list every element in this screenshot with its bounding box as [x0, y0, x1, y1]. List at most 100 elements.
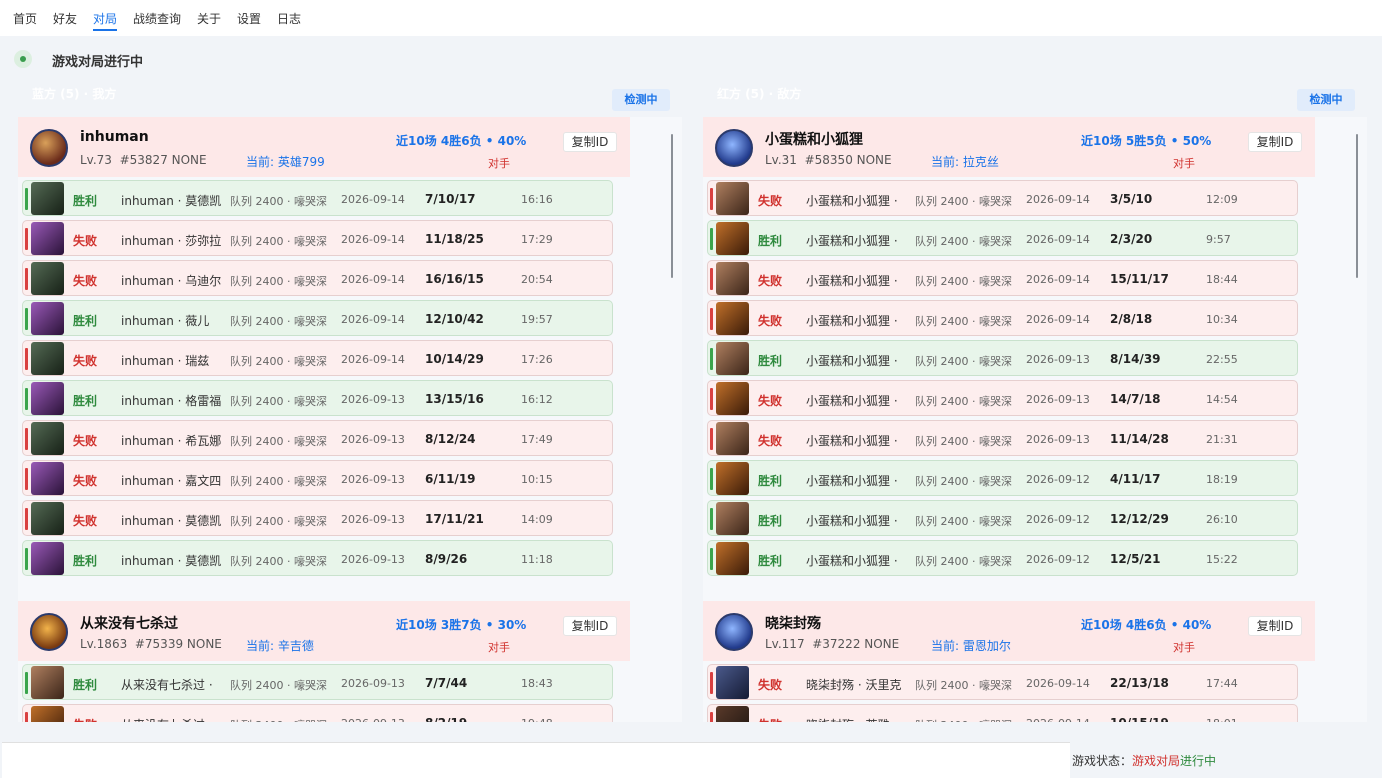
match-row[interactable]: 失败 晓柒封殇 · 沃里克 队列 2400 · 嚎哭深 2026-09-14 22/13…	[707, 664, 1298, 700]
copy-id-button[interactable]: 复制ID	[1248, 132, 1302, 152]
match-duration: 16:16	[521, 193, 553, 206]
match-row[interactable]: 失败 inhuman · 莎弥拉 队列 2400 · 嚎哭深 2026-09-14 11…	[22, 220, 613, 256]
nav-home[interactable]: 首页	[13, 10, 37, 27]
match-result: 失败	[73, 514, 98, 528]
match-row[interactable]: 胜利 小蛋糕和小狐狸 · 队列 2400 · 嚎哭深 2026-09-12 4/11/1…	[707, 460, 1298, 496]
match-row[interactable]: 失败 inhuman · 莫德凯 队列 2400 · 嚎哭深 2026-09-13 17…	[22, 500, 613, 536]
champion-icon	[31, 462, 64, 495]
match-row[interactable]: 失败 小蛋糕和小狐狸 · 队列 2400 · 嚎哭深 2026-09-14 2/8/18…	[707, 300, 1298, 336]
result-bar	[710, 428, 713, 450]
match-queue: 队列 2400 · 嚎哭深	[230, 195, 327, 208]
player-name: inhuman	[80, 129, 149, 145]
match-kda: 2/3/20	[1110, 232, 1153, 246]
nav-record-search[interactable]: 战绩查询	[133, 10, 181, 27]
match-row[interactable]: 失败 小蛋糕和小狐狸 · 队列 2400 · 嚎哭深 2026-09-13 11/14/…	[707, 420, 1298, 456]
match-row[interactable]: 失败 小蛋糕和小狐狸 · 队列 2400 · 嚎哭深 2026-09-13 14/7/1…	[707, 380, 1298, 416]
copy-id-button[interactable]: 复制ID	[563, 132, 617, 152]
page-title: 游戏对局进行中	[52, 55, 144, 70]
result-bar	[710, 508, 713, 530]
match-row[interactable]: 失败 小蛋糕和小狐狸 · 队列 2400 · 嚎哭深 2026-09-14 3/5/10…	[707, 180, 1298, 216]
match-result: 失败	[73, 354, 98, 368]
blue-panel-scrollbar[interactable]	[671, 134, 673, 278]
player-current-champion: 当前: 雷恩加尔	[931, 639, 1011, 653]
match-player-champion: inhuman · 莎弥拉	[121, 234, 222, 248]
nav-friends[interactable]: 好友	[53, 10, 77, 27]
player-name: 晓柒封殇	[765, 616, 821, 632]
top-nav: 首页 好友 对局 战绩查询 关于 设置 日志	[0, 0, 1382, 36]
match-row[interactable]: 胜利 小蛋糕和小狐狸 · 队列 2400 · 嚎哭深 2026-09-12 12/5/2…	[707, 540, 1298, 576]
match-date: 2026-09-12	[1026, 513, 1090, 526]
match-result: 胜利	[73, 394, 98, 408]
nav-match[interactable]: 对局	[93, 10, 118, 31]
red-team-detect-badge: 检测中	[1297, 89, 1355, 111]
match-row[interactable]: 失败 inhuman · 乌迪尔 队列 2400 · 嚎哭深 2026-09-14 16…	[22, 260, 613, 296]
result-bar	[25, 348, 28, 370]
player-current-champion: 当前: 辛吉德	[246, 639, 314, 653]
match-row[interactable]: 失败 小蛋糕和小狐狸 · 队列 2400 · 嚎哭深 2026-09-14 15/11/…	[707, 260, 1298, 296]
nav-logs[interactable]: 日志	[277, 10, 301, 27]
match-kda: 7/7/44	[425, 676, 468, 690]
player-level-id: Lv.117 #37222 NONE	[765, 637, 900, 651]
footer-input-area[interactable]	[2, 742, 1070, 778]
red-team-title: 红方 (5) · 敌方	[717, 87, 802, 101]
match-result: 失败	[758, 678, 783, 692]
match-player-champion: inhuman · 莫德凯	[121, 194, 222, 208]
copy-id-button[interactable]: 复制ID	[563, 616, 617, 636]
match-row[interactable]: 失败晓柒封殇 · 芮雅队列 2400 · 嚎哭深2026-09-1410/15/…	[707, 704, 1298, 722]
match-queue: 队列 2400 · 嚎哭深	[915, 195, 1012, 208]
game-status: 游戏状态：游戏对局进行中	[1072, 752, 1216, 769]
match-duration: 21:31	[1206, 433, 1238, 446]
result-bar	[25, 672, 28, 694]
player-avatar	[30, 613, 68, 651]
match-result: 胜利	[758, 514, 783, 528]
player-recent-stats: 近10场 3胜7负 • 30%	[396, 618, 527, 632]
champion-icon	[31, 382, 64, 415]
match-row[interactable]: 失败 inhuman · 希瓦娜 队列 2400 · 嚎哭深 2026-09-13 8/…	[22, 420, 613, 456]
match-date: 2026-09-12	[1026, 473, 1090, 486]
match-row[interactable]: 胜利 小蛋糕和小狐狸 · 队列 2400 · 嚎哭深 2026-09-13 8/14/3…	[707, 340, 1298, 376]
match-kda: 6/11/19	[425, 472, 476, 486]
player-current-champion: 当前: 拉克丝	[931, 155, 999, 169]
match-kda: 8/14/39	[1110, 352, 1161, 366]
match-result: 胜利	[73, 194, 98, 208]
match-date: 2026-09-14	[341, 353, 405, 366]
match-row[interactable]: 胜利 inhuman · 莫德凯 队列 2400 · 嚎哭深 2026-09-14 7/…	[22, 180, 613, 216]
match-player-champion: 小蛋糕和小狐狸 ·	[806, 274, 898, 288]
match-date: 2026-09-14	[341, 313, 405, 326]
nav-about[interactable]: 关于	[197, 10, 221, 27]
match-row[interactable]: 失败从来没有七杀过 ·队列 2400 · 嚎哭深2026-09-138/2/19…	[22, 704, 613, 722]
match-row[interactable]: 胜利 小蛋糕和小狐狸 · 队列 2400 · 嚎哭深 2026-09-12 12/12/…	[707, 500, 1298, 536]
opponent-tag: 对手	[1173, 641, 1195, 654]
player-level-id: Lv.1863 #75339 NONE	[80, 637, 222, 651]
match-duration: 18:44	[1206, 273, 1238, 286]
red-team-panel: 小蛋糕和小狐狸 Lv.31 #58350 NONE 当前: 拉克丝 近10场 5…	[703, 117, 1367, 722]
champion-icon	[716, 382, 749, 415]
match-date: 2026-09-14	[341, 233, 405, 246]
player-header: 从来没有七杀过 Lv.1863 #75339 NONE 当前: 辛吉德 近10场…	[18, 601, 630, 661]
nav-settings[interactable]: 设置	[237, 10, 261, 27]
match-row[interactable]: 胜利 从来没有七杀过 · 队列 2400 · 嚎哭深 2026-09-13 7/7/44…	[22, 664, 613, 700]
page-scrollbar[interactable]	[1374, 36, 1382, 722]
match-row[interactable]: 胜利 inhuman · 格雷福 队列 2400 · 嚎哭深 2026-09-13 13…	[22, 380, 613, 416]
match-row[interactable]: 失败 inhuman · 嘉文四 队列 2400 · 嚎哭深 2026-09-13 6/…	[22, 460, 613, 496]
match-row[interactable]: 胜利 小蛋糕和小狐狸 · 队列 2400 · 嚎哭深 2026-09-14 2/3/20…	[707, 220, 1298, 256]
match-result: 胜利	[758, 554, 783, 568]
match-row[interactable]: 胜利 inhuman · 莫德凯 队列 2400 · 嚎哭深 2026-09-13 8/…	[22, 540, 613, 576]
result-bar	[710, 308, 713, 330]
match-duration: 9:57	[1206, 233, 1231, 246]
result-bar	[710, 548, 713, 570]
match-duration: 14:54	[1206, 393, 1238, 406]
copy-id-button[interactable]: 复制ID	[1248, 616, 1302, 636]
match-row[interactable]: 胜利 inhuman · 薇儿 队列 2400 · 嚎哭深 2026-09-14 12/…	[22, 300, 613, 336]
match-result: 失败	[758, 314, 783, 328]
match-duration: 26:10	[1206, 513, 1238, 526]
blue-team-detect-badge: 检测中	[612, 89, 670, 111]
match-row[interactable]: 失败 inhuman · 瑞兹 队列 2400 · 嚎哭深 2026-09-14 10/…	[22, 340, 613, 376]
player-level-id: Lv.31 #58350 NONE	[765, 153, 892, 167]
opponent-tag: 对手	[1173, 157, 1195, 170]
match-result: 胜利	[73, 678, 98, 692]
red-panel-scrollbar[interactable]	[1356, 134, 1358, 278]
match-player-champion: 小蛋糕和小狐狸 ·	[806, 434, 898, 448]
match-duration: 18:43	[521, 677, 553, 690]
match-date: 2026-09-12	[1026, 553, 1090, 566]
